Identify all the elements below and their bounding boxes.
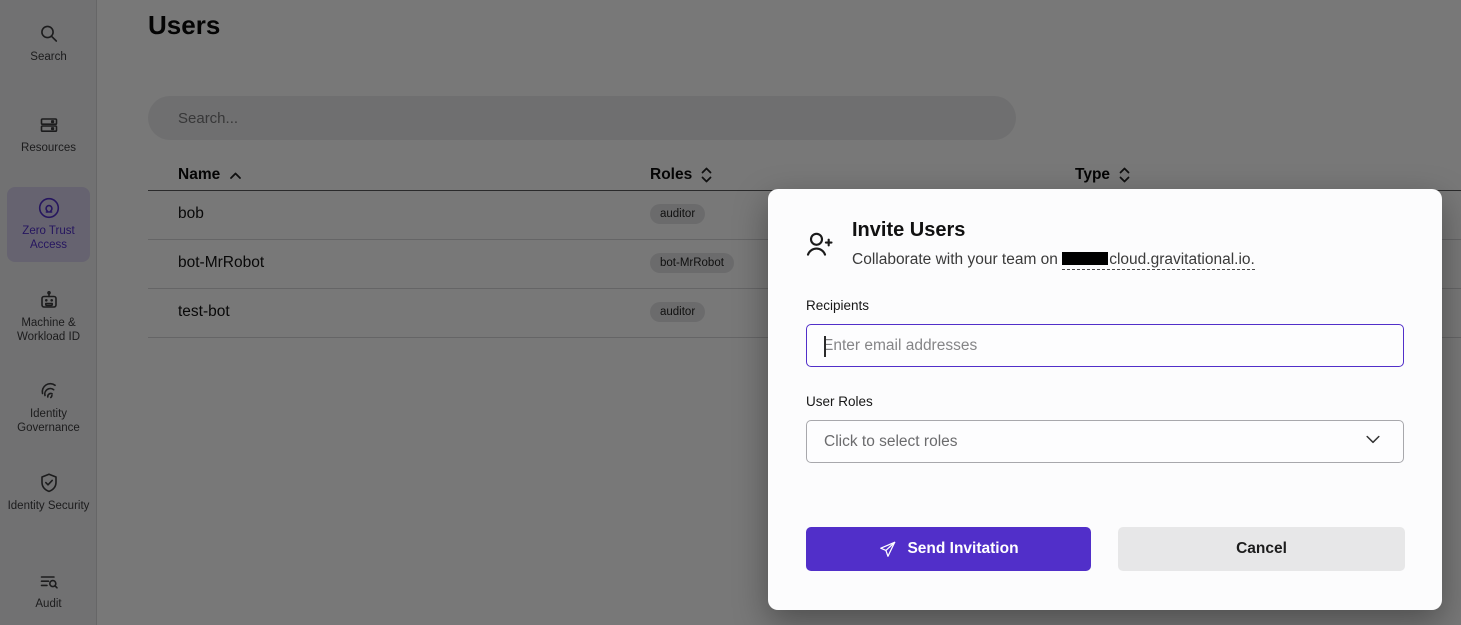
recipients-label: Recipients bbox=[806, 298, 869, 313]
recipients-field bbox=[806, 324, 1404, 367]
paper-plane-icon bbox=[878, 540, 897, 559]
user-add-icon bbox=[804, 229, 834, 259]
text-cursor bbox=[824, 336, 826, 357]
modal-title: Invite Users bbox=[852, 219, 965, 242]
app-screen: Search Resources Zero Trust Access Machi… bbox=[0, 0, 1461, 625]
modal-subtitle: Collaborate with your team on cloud.grav… bbox=[852, 251, 1255, 269]
chevron-down-icon bbox=[1363, 429, 1383, 454]
cancel-button[interactable]: Cancel bbox=[1118, 527, 1405, 571]
invite-users-dialog: Invite Users Collaborate with your team … bbox=[768, 189, 1442, 610]
cluster-domain: cloud.gravitational.io. bbox=[1062, 251, 1255, 270]
roles-select-placeholder: Click to select roles bbox=[807, 433, 1363, 451]
user-roles-label: User Roles bbox=[806, 394, 873, 409]
send-invitation-button[interactable]: Send Invitation bbox=[806, 527, 1091, 571]
recipients-input[interactable] bbox=[807, 325, 1403, 366]
roles-select[interactable]: Click to select roles bbox=[806, 420, 1404, 463]
redacted-tenant-name bbox=[1062, 252, 1108, 265]
